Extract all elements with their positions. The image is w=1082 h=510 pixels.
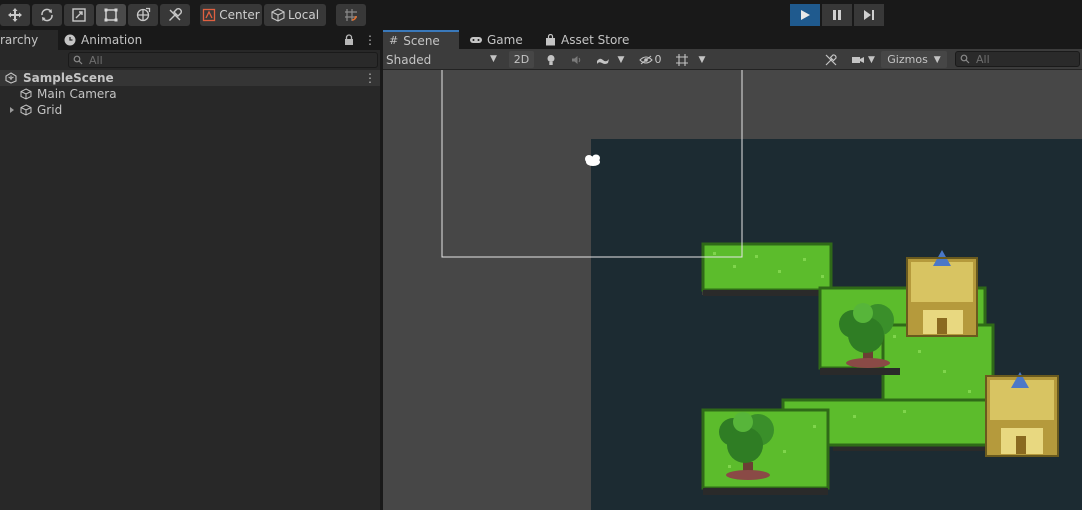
scene-menu-kebab-icon[interactable]: ⋮ bbox=[364, 71, 376, 85]
scale-tool-icon bbox=[72, 8, 86, 22]
effects-icon bbox=[596, 58, 609, 64]
scene-render bbox=[441, 70, 1082, 510]
effects-dropdown[interactable]: ▼ bbox=[593, 51, 627, 68]
shopping-bag-icon bbox=[546, 34, 555, 46]
house-sprite bbox=[906, 250, 978, 337]
step-button[interactable] bbox=[854, 4, 884, 26]
move-tool-button[interactable] bbox=[0, 4, 30, 26]
pivot-center-button[interactable]: Center bbox=[200, 4, 262, 26]
tab-asset-store[interactable]: Asset Store bbox=[539, 30, 649, 50]
tab-asset-store-label: Asset Store bbox=[561, 33, 630, 47]
scene-search-input[interactable]: All bbox=[955, 51, 1080, 67]
scene-tools-button[interactable] bbox=[821, 51, 841, 68]
play-icon bbox=[801, 10, 810, 20]
toggle-2d-label: 2D bbox=[513, 53, 530, 66]
grid-visibility-dropdown[interactable]: ▼ bbox=[671, 51, 709, 68]
tab-game-label: Game bbox=[487, 33, 523, 47]
gizmos-dropdown-arrow-icon: ▼ bbox=[933, 54, 941, 65]
add-object-icon[interactable] bbox=[7, 55, 17, 65]
tab-animation-label: Animation bbox=[81, 33, 143, 47]
lock-icon[interactable] bbox=[344, 34, 354, 46]
panel-menu-kebab-icon[interactable]: ⋮ bbox=[364, 34, 376, 46]
lightbulb-icon bbox=[547, 54, 555, 65]
hierarchy-search-input[interactable]: All bbox=[68, 52, 378, 68]
step-icon bbox=[864, 10, 874, 20]
grid-icon bbox=[675, 53, 688, 66]
rotate-tool-icon bbox=[41, 8, 53, 22]
speaker-icon bbox=[572, 55, 581, 64]
transform-tool-button[interactable] bbox=[128, 4, 158, 26]
hierarchy-item-main-camera[interactable]: Main Camera bbox=[0, 86, 380, 102]
hierarchy-item-grid[interactable]: Grid bbox=[0, 102, 380, 118]
search-icon bbox=[960, 54, 970, 64]
space-local-label: Local bbox=[287, 8, 320, 22]
gameobject-cube-icon bbox=[20, 104, 32, 116]
scene-toolbar: Shaded ▼ 2D ▼ 0 ▼ ▼ Gizmos ▼ All bbox=[383, 49, 1082, 70]
rect-tool-button[interactable] bbox=[96, 4, 126, 26]
scene-tab-bar: # Scene Game Asset Store bbox=[383, 30, 1082, 49]
scene-viewport[interactable] bbox=[383, 70, 1082, 510]
toggle-2d-button[interactable]: 2D bbox=[509, 51, 534, 68]
unity-scene-icon bbox=[5, 72, 17, 84]
transform-tool-icon bbox=[136, 7, 151, 22]
hierarchy-item-label: Grid bbox=[37, 103, 63, 117]
grid-dropdown-arrow-icon: ▼ bbox=[698, 54, 706, 65]
expand-arrow-icon[interactable] bbox=[8, 106, 16, 114]
tab-hierarchy-label: rarchy bbox=[0, 33, 39, 47]
tab-scene-label: Scene bbox=[403, 33, 440, 48]
hierarchy-item-label: Main Camera bbox=[37, 87, 117, 101]
gameobject-cube-icon bbox=[20, 88, 32, 100]
scene-name: SampleScene bbox=[23, 71, 114, 85]
house-sprite bbox=[985, 372, 1059, 457]
hierarchy-panel: rarchy Animation ⋮ All SampleScene ⋮ Mai… bbox=[0, 30, 380, 510]
local-space-cube-icon bbox=[271, 8, 285, 22]
video-camera-icon bbox=[852, 56, 865, 63]
grass-platform-top bbox=[701, 242, 833, 296]
gizmos-label: Gizmos bbox=[887, 53, 928, 66]
audio-toggle[interactable] bbox=[567, 51, 587, 68]
rotate-tool-button[interactable] bbox=[32, 4, 62, 26]
effects-dropdown-arrow-icon: ▼ bbox=[617, 54, 625, 65]
play-button[interactable] bbox=[790, 4, 820, 26]
custom-tool-icon bbox=[169, 8, 182, 21]
grid-snap-button[interactable] bbox=[336, 4, 366, 26]
space-local-button[interactable]: Local bbox=[264, 4, 326, 26]
pivot-center-label: Center bbox=[219, 8, 260, 22]
gizmos-dropdown[interactable]: Gizmos ▼ bbox=[881, 51, 947, 68]
tab-animation[interactable]: Animation bbox=[58, 30, 158, 50]
animation-clock-icon bbox=[64, 34, 76, 46]
scene-root-row[interactable]: SampleScene ⋮ bbox=[0, 70, 380, 86]
shading-mode-value: Shaded bbox=[386, 52, 432, 67]
tab-hierarchy[interactable]: rarchy bbox=[0, 30, 58, 50]
tab-scene[interactable]: # Scene bbox=[383, 30, 459, 49]
move-tool-icon bbox=[8, 8, 22, 22]
shading-dropdown-arrow-icon: ▼ bbox=[490, 54, 497, 64]
pause-icon bbox=[833, 10, 841, 20]
hidden-objects-count: 0 bbox=[654, 53, 662, 66]
rect-tool-icon bbox=[104, 8, 118, 22]
custom-tool-button[interactable] bbox=[160, 4, 190, 26]
grid-snap-icon bbox=[345, 9, 357, 21]
tools-icon bbox=[825, 53, 837, 65]
camera-settings-dropdown[interactable]: ▼ bbox=[847, 51, 879, 68]
scene-search-placeholder: All bbox=[976, 52, 990, 66]
gamepad-icon bbox=[470, 37, 482, 43]
shading-mode-dropdown[interactable]: Shaded ▼ bbox=[386, 51, 502, 68]
hierarchy-search-bar: All bbox=[0, 50, 380, 70]
scale-tool-button[interactable] bbox=[64, 4, 94, 26]
hierarchy-tab-bar: rarchy Animation ⋮ bbox=[0, 30, 380, 50]
scene-panel: # Scene Game Asset Store Shaded ▼ 2D ▼ 0… bbox=[383, 30, 1082, 510]
scene-hash-icon: # bbox=[389, 34, 399, 47]
pause-button[interactable] bbox=[822, 4, 852, 26]
pivot-center-icon bbox=[203, 8, 216, 22]
search-icon bbox=[73, 55, 83, 65]
lighting-toggle[interactable] bbox=[541, 51, 561, 68]
hierarchy-search-placeholder: All bbox=[89, 53, 103, 67]
main-toolbar: Center Local bbox=[0, 0, 1082, 30]
camera-dropdown-arrow-icon: ▼ bbox=[868, 54, 875, 65]
scene-visibility-toggle[interactable]: 0 bbox=[635, 51, 665, 68]
eye-slash-icon bbox=[638, 55, 653, 64]
tab-game[interactable]: Game bbox=[463, 30, 535, 50]
